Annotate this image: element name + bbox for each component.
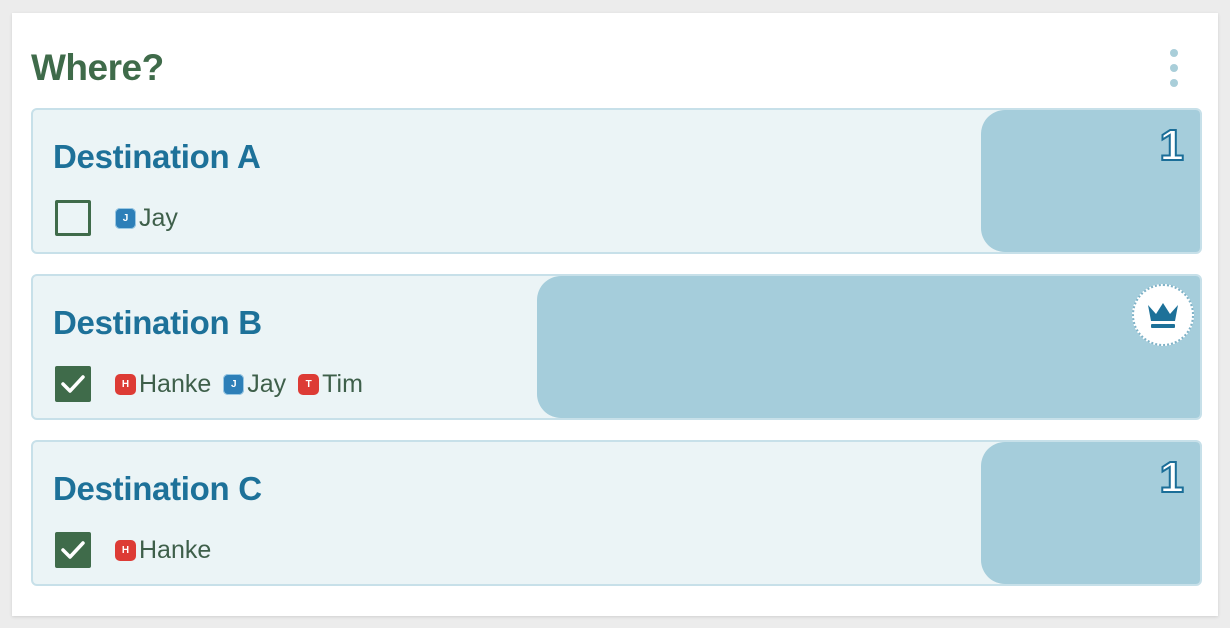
voter-avatar: H [115,374,136,395]
poll-option-destination-a[interactable]: 1 Destination A J Jay [31,108,1202,254]
voter-list: J Jay [115,204,178,233]
menu-dot [1170,64,1178,72]
option-title: Destination A [53,138,261,175]
poll-option-destination-b[interactable]: Destination B H Hanke J Jay T Tim [31,274,1202,420]
vote-checkbox[interactable] [55,200,91,236]
winner-badge [1132,284,1194,346]
voter-list: H Hanke [115,536,211,565]
option-title: Destination C [53,470,262,507]
voter-avatar: J [223,374,245,395]
voter: H Hanke [115,536,211,565]
voter-name: Jay [247,370,287,398]
option-title: Destination B [53,304,262,341]
voter-list: H Hanke J Jay T Tim [115,370,363,399]
voter-name: Tim [322,370,363,398]
vote-checkbox[interactable] [55,366,91,402]
voter-name: Jay [139,204,178,232]
voter: H Hanke [115,370,211,399]
checkmark-icon [61,541,85,559]
vote-share-bar [537,276,1200,418]
voter-name: Hanke [139,370,212,398]
vote-count: 1 [1158,453,1185,502]
kebab-menu-icon[interactable] [1164,49,1184,87]
menu-dot [1170,79,1178,87]
menu-dot [1170,49,1178,57]
voter-avatar: J [115,208,136,229]
checkmark-icon [61,375,85,393]
crown-icon [1148,303,1178,328]
voter-avatar: H [115,540,136,561]
voter-name: Hanke [139,536,212,564]
poll-option-destination-c[interactable]: 1 Destination C H Hanke [31,440,1202,586]
voter: T Tim [298,370,363,399]
voter: J Jay [115,204,178,233]
voter-avatar: T [298,374,320,395]
poll-title: Where? [31,47,164,88]
poll-card: Where? 1 Destination A J Jay Destination… [12,13,1218,616]
vote-checkbox[interactable] [55,532,91,568]
voter: J Jay [223,370,286,399]
vote-count: 1 [1158,121,1185,170]
